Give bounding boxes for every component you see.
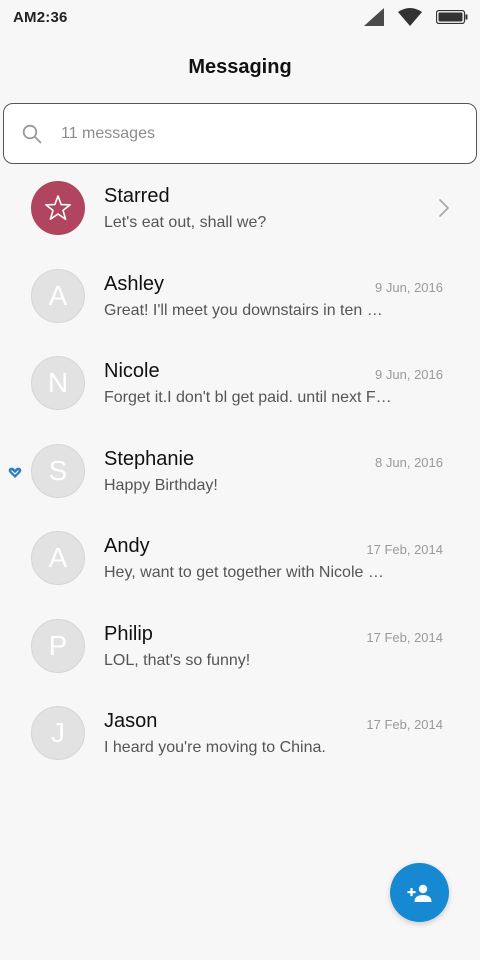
signal-icon (364, 8, 384, 26)
conversation-preview: Great! I'll meet you downstairs in ten … (104, 301, 383, 319)
list-item-jason[interactable]: J Jason 17 Feb, 2014 I heard you're movi… (0, 697, 480, 785)
status-icons (364, 8, 468, 26)
conversation-name: Nicole (104, 360, 160, 382)
avatar: A (31, 531, 85, 585)
conversation-name: Stephanie (104, 447, 195, 470)
conversation-name: Philip (104, 622, 153, 645)
conversation-preview: Happy Birthday! (104, 476, 218, 494)
conversation-preview: I heard you're moving to China. (104, 739, 326, 756)
avatar: S (31, 443, 85, 498)
avatar: N (31, 356, 85, 410)
conversation-date: 17 Feb, 2014 (366, 542, 443, 557)
avatar: J (31, 706, 85, 760)
conversation-date: 9 Jun, 2016 (375, 279, 443, 295)
avatar: A (31, 268, 85, 323)
chevron-right-icon (439, 199, 449, 217)
avatar (31, 181, 85, 235)
conversation-name: Andy (104, 535, 150, 557)
heart-icon (8, 467, 22, 478)
conversation-date: 9 Jun, 2016 (375, 367, 443, 382)
conversation-date: 17 Feb, 2014 (366, 717, 443, 732)
conversation-date: 8 Jun, 2016 (375, 454, 443, 470)
conversation-name: Jason (104, 710, 158, 732)
conversation-preview: Hey, want to get together with Nicole … (104, 564, 384, 581)
status-bar: AM2:36 (0, 0, 480, 34)
add-contact-button[interactable] (390, 863, 449, 922)
conversation-preview: Forget it.I don't bl get paid. until nex… (104, 389, 392, 406)
conversation-name: Starred (104, 185, 170, 207)
star-icon (44, 195, 72, 221)
search-icon (22, 123, 44, 145)
wifi-icon (398, 8, 422, 26)
conversation-date: 17 Feb, 2014 (366, 629, 443, 645)
avatar: P (31, 618, 85, 673)
search-placeholder: 11 messages (61, 124, 155, 142)
status-time: AM2:36 (13, 8, 68, 26)
add-contact-icon (407, 884, 431, 902)
messaging-screen: AM2:36 Messaging 11 messages Starred Let… (0, 0, 480, 960)
conversation-name: Ashley (104, 272, 165, 295)
list-item-starred[interactable]: Starred Let's eat out, shall we? (0, 172, 480, 260)
list-item-nicole[interactable]: N Nicole 9 Jun, 2016 Forget it.I don't b… (0, 347, 480, 435)
search-input[interactable]: 11 messages (3, 103, 477, 164)
list-item-andy[interactable]: A Andy 17 Feb, 2014 Hey, want to get tog… (0, 522, 480, 610)
conversation-preview: LOL, that's so funny! (104, 651, 251, 669)
conversation-list: Starred Let's eat out, shall we? A Ashle… (0, 172, 480, 785)
list-item-stephanie[interactable]: S Stephanie 8 Jun, 2016 Happy Birthday! (0, 435, 480, 523)
battery-icon (436, 10, 468, 24)
page-title: Messaging (188, 56, 292, 78)
list-item-ashley[interactable]: A Ashley 9 Jun, 2016 Great! I'll meet yo… (0, 260, 480, 348)
list-item-philip[interactable]: P Philip 17 Feb, 2014 LOL, that's so fun… (0, 610, 480, 698)
conversation-preview: Let's eat out, shall we? (104, 214, 267, 231)
